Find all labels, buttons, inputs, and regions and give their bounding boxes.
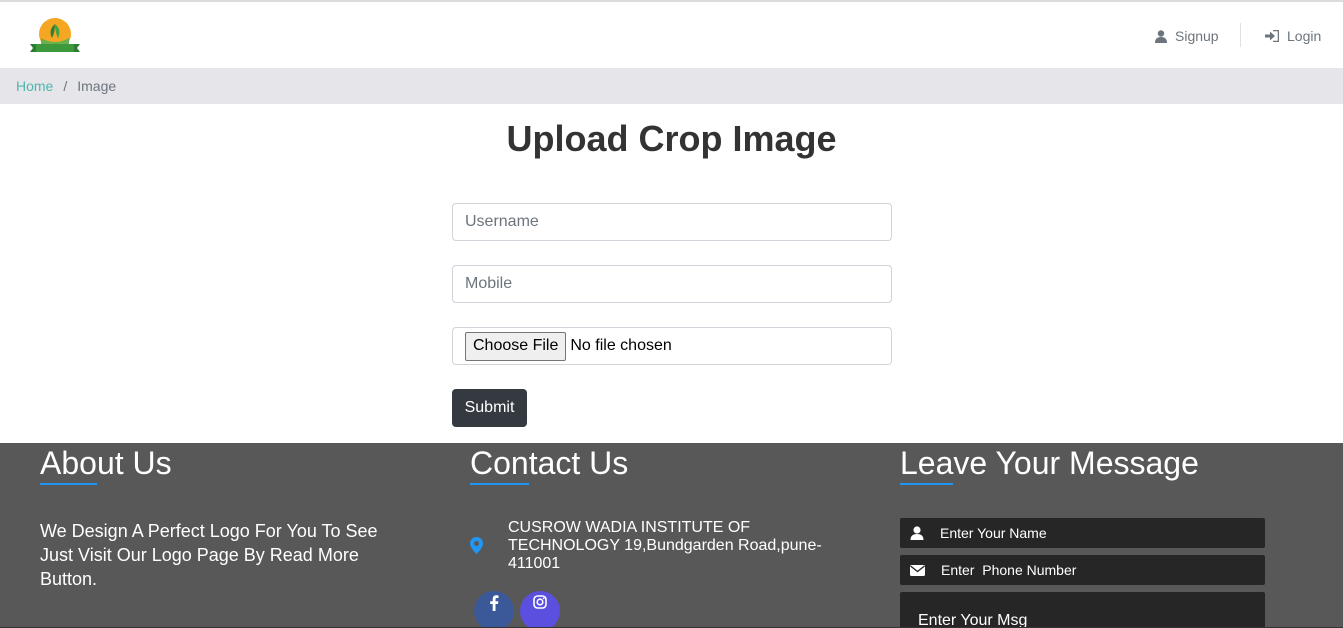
envelope-icon (910, 564, 925, 576)
message-textarea[interactable]: Enter Your Msg (900, 592, 1265, 628)
facebook-button[interactable] (474, 591, 514, 628)
message-placeholder: Enter Your Msg (918, 612, 1028, 628)
breadcrumb: Home / Image (0, 68, 1343, 104)
choose-file-button[interactable]: Choose File (465, 331, 567, 361)
page-title: Upload Crop Image (506, 118, 837, 159)
about-text: We Design A Perfect Logo For You To See … (40, 521, 378, 589)
mobile-placeholder: Mobile (465, 275, 513, 292)
map-pin-icon (470, 537, 483, 554)
file-input: Choose File No file chosen (452, 327, 892, 365)
message-underline (900, 483, 953, 485)
login-label: Login (1287, 28, 1322, 44)
breadcrumb-current: Image (77, 78, 117, 94)
phone-placeholder: Enter Phone Number (941, 562, 1077, 578)
header: Signup Login (0, 2, 1343, 68)
about-underline (40, 483, 97, 485)
message-heading: Leave Your Message (900, 445, 1199, 481)
file-status: No file chosen (570, 337, 672, 354)
breadcrumb-separator: / (63, 78, 68, 94)
contact-underline (470, 483, 529, 485)
farm-logo-icon[interactable] (28, 16, 82, 56)
instagram-icon (533, 595, 547, 609)
submit-button[interactable]: Submit (452, 389, 527, 427)
contact-heading: Contact Us (470, 445, 629, 481)
contact-address: CUSROW WADIA INSTITUTE OF TECHNOLOGY 19,… (508, 519, 822, 572)
sign-in-icon (1265, 30, 1279, 42)
footer: About Us We Design A Perfect Logo For Yo… (0, 443, 1343, 628)
username-input[interactable]: Username (452, 203, 892, 241)
signup-link[interactable]: Signup (1155, 26, 1219, 46)
name-placeholder: Enter Your Name (940, 525, 1047, 541)
login-link[interactable]: Login (1265, 26, 1321, 46)
about-heading: About Us (40, 445, 172, 481)
signup-label: Signup (1175, 28, 1219, 44)
user-icon (910, 526, 924, 540)
mobile-input[interactable]: Mobile (452, 265, 892, 303)
instagram-button[interactable] (520, 591, 560, 628)
breadcrumb-home-link[interactable]: Home (16, 78, 53, 94)
nav-divider (1240, 23, 1241, 47)
name-input[interactable]: Enter Your Name (900, 518, 1265, 548)
username-placeholder: Username (465, 213, 539, 230)
facebook-icon (490, 595, 499, 611)
phone-input[interactable]: Enter Phone Number (900, 555, 1265, 585)
user-icon (1155, 29, 1167, 43)
